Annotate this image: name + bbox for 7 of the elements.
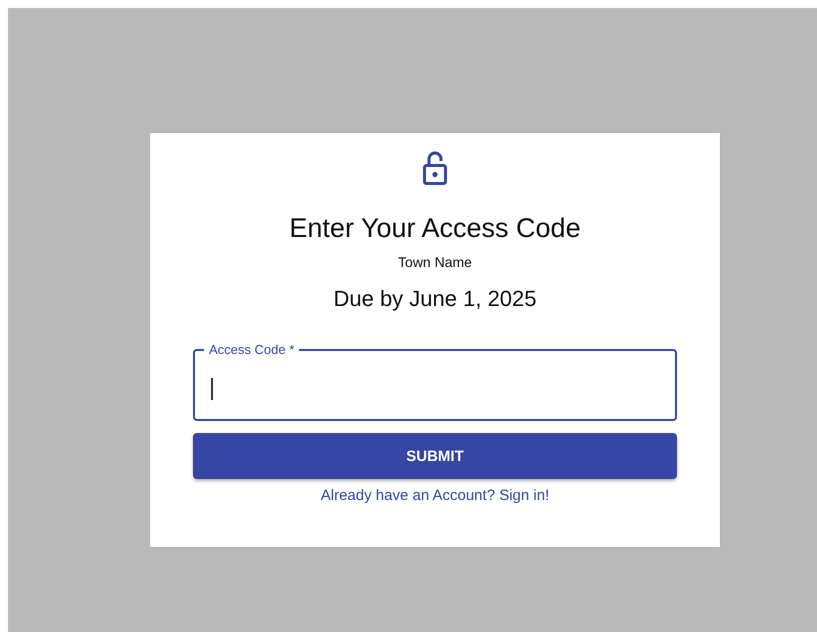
dialog-title: Enter Your Access Code (289, 212, 581, 244)
due-date: Due by June 1, 2025 (333, 286, 537, 312)
sign-in-link[interactable]: Already have an Account? Sign in! (320, 487, 550, 504)
submit-button[interactable]: SUBMIT (193, 433, 677, 479)
town-name: Town Name (398, 254, 472, 270)
unlocked-padlock-icon (422, 150, 448, 186)
access-code-field[interactable]: Access Code * (193, 342, 677, 421)
